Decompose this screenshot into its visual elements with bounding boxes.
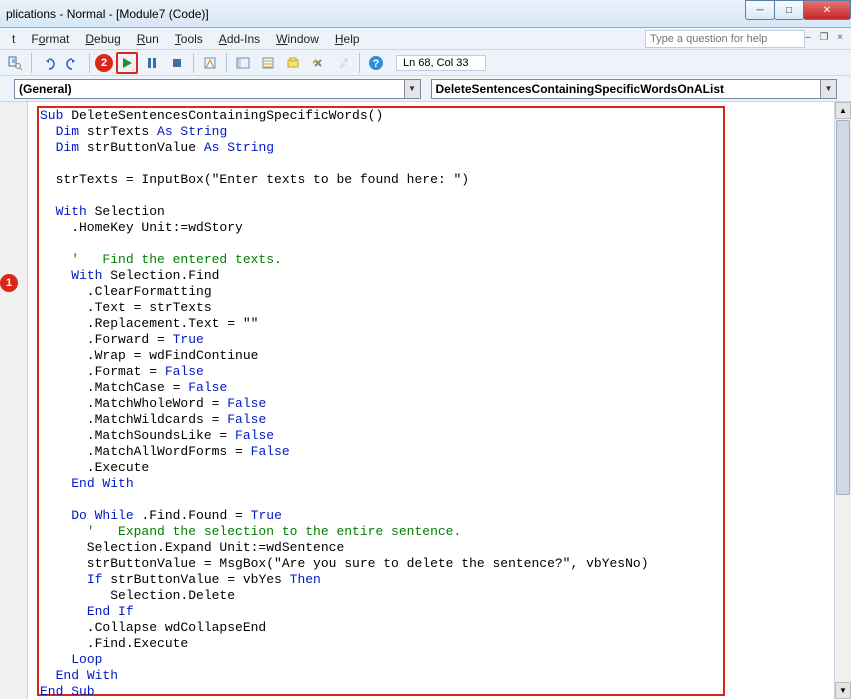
chevron-down-icon[interactable]: ▼ — [820, 80, 836, 98]
tool-icon[interactable] — [332, 52, 354, 74]
titlebar: plications - Normal - [Module7 (Code)] ─… — [0, 0, 851, 28]
minimize-button[interactable]: ─ — [745, 0, 775, 20]
vertical-scrollbar[interactable]: ▲ ▼ — [834, 102, 851, 699]
code-text[interactable]: Sub DeleteSentencesContainingSpecificWor… — [40, 108, 649, 699]
menu-tools[interactable]: Tools — [167, 30, 211, 48]
window-controls: ─ □ ✕ — [746, 0, 851, 20]
menu-window[interactable]: Window — [268, 30, 327, 48]
toolbar-sep — [193, 53, 194, 73]
properties-icon[interactable] — [257, 52, 279, 74]
menu-help[interactable]: Help — [327, 30, 368, 48]
cursor-position: Ln 68, Col 33 — [396, 55, 486, 71]
reset-button[interactable] — [166, 52, 188, 74]
window-title: plications - Normal - [Module7 (Code)] — [4, 7, 209, 21]
badge-2: 2 — [95, 54, 113, 72]
gutter: 1 — [0, 102, 28, 699]
mdi-restore[interactable]: ❐ — [817, 32, 831, 46]
badge-1: 1 — [0, 274, 18, 292]
mdi-controls: – ❐ × — [801, 32, 847, 46]
find-icon[interactable] — [4, 52, 26, 74]
project-explorer-icon[interactable] — [232, 52, 254, 74]
design-mode-icon[interactable] — [199, 52, 221, 74]
toolbox-icon[interactable] — [307, 52, 329, 74]
break-button[interactable] — [141, 52, 163, 74]
mdi-close[interactable]: × — [833, 32, 847, 46]
svg-text:?: ? — [373, 58, 380, 70]
maximize-button[interactable]: □ — [774, 0, 804, 20]
toolbar: 2 ? Ln 68, Col 33 — [0, 50, 851, 76]
dropdown-row: (General) ▼ DeleteSentencesContainingSpe… — [0, 76, 851, 102]
run-button[interactable] — [116, 52, 138, 74]
object-combo[interactable]: (General) ▼ — [14, 79, 421, 99]
object-browser-icon[interactable] — [282, 52, 304, 74]
menu-addins[interactable]: Add-Ins — [211, 30, 268, 48]
toolbar-sep — [226, 53, 227, 73]
close-button[interactable]: ✕ — [803, 0, 851, 20]
object-combo-value: (General) — [19, 82, 72, 96]
procedure-combo[interactable]: DeleteSentencesContainingSpecificWordsOn… — [431, 79, 838, 99]
mdi-minimize[interactable]: – — [801, 32, 815, 46]
toolbar-sep — [89, 53, 90, 73]
menu-debug[interactable]: Debug — [77, 30, 128, 48]
undo-icon[interactable] — [37, 52, 59, 74]
toolbar-sep — [359, 53, 360, 73]
code-pane[interactable]: Sub DeleteSentencesContainingSpecificWor… — [28, 102, 851, 699]
scroll-thumb[interactable] — [836, 120, 850, 495]
procedure-combo-value: DeleteSentencesContainingSpecificWordsOn… — [436, 82, 725, 96]
help-icon[interactable]: ? — [365, 52, 387, 74]
scroll-down-icon[interactable]: ▼ — [835, 682, 851, 699]
menu-format[interactable]: Format — [23, 30, 77, 48]
chevron-down-icon[interactable]: ▼ — [404, 80, 420, 98]
menu-run[interactable]: Run — [129, 30, 167, 48]
menu-edit[interactable]: t — [4, 30, 23, 48]
code-area: 1 Sub DeleteSentencesContainingSpecificW… — [0, 102, 851, 699]
toolbar-sep — [31, 53, 32, 73]
help-search-input[interactable] — [645, 30, 805, 48]
redo-icon[interactable] — [62, 52, 84, 74]
scroll-up-icon[interactable]: ▲ — [835, 102, 851, 119]
